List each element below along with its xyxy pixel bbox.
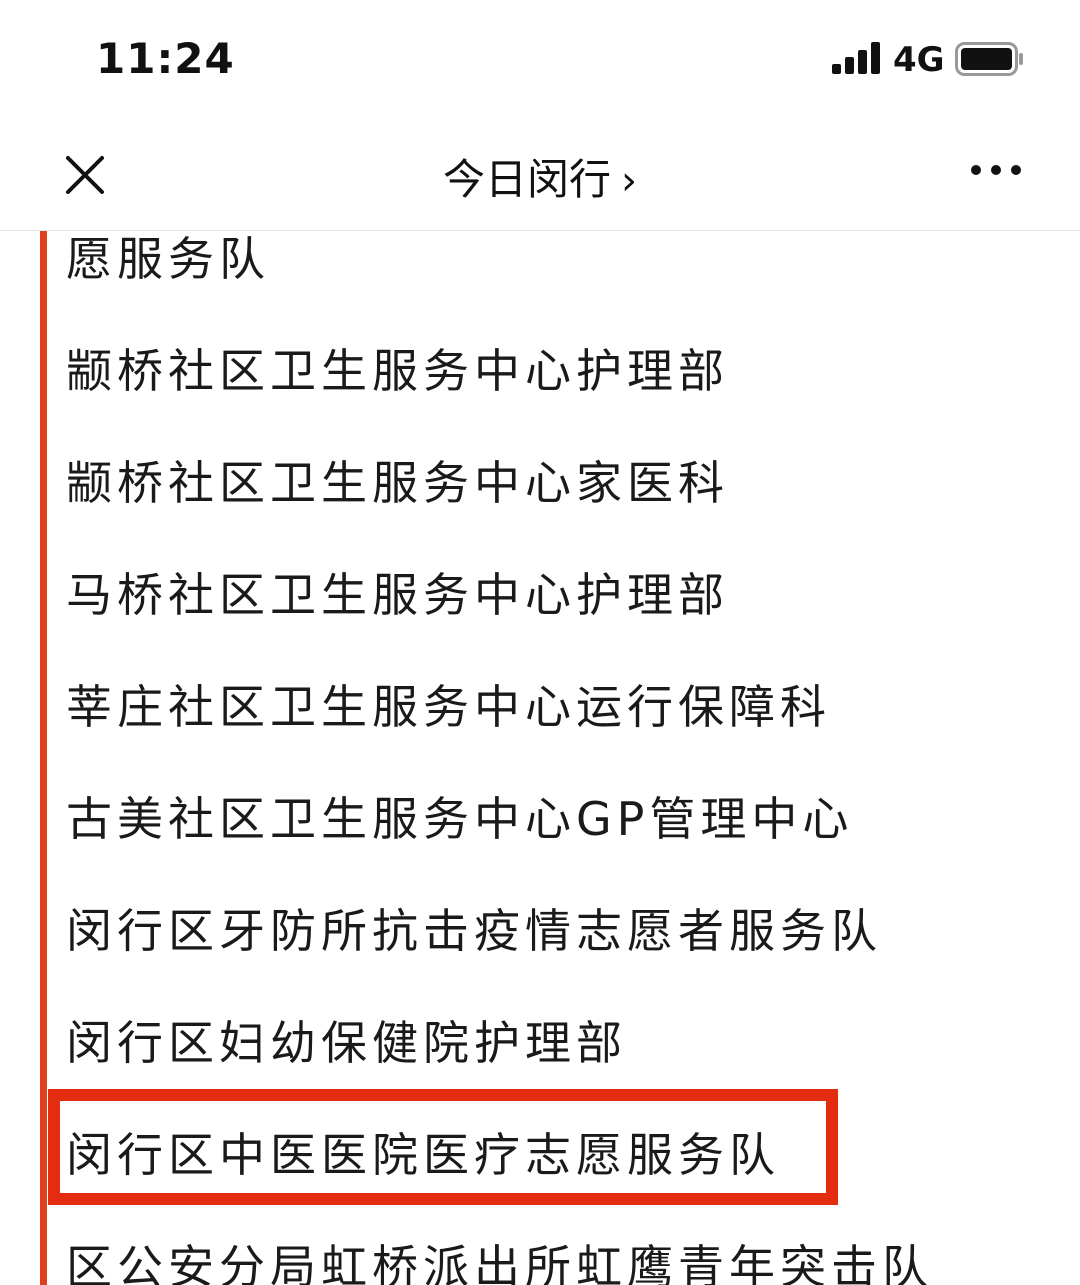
page-title-text: 今日闵行 <box>442 155 611 204</box>
signal-bars-icon <box>832 42 880 74</box>
list-item: 区公安分局虹桥派出所虹鹰青年突击队 <box>66 1240 933 1285</box>
list-item: 愿服务队 <box>66 232 270 286</box>
list-item: 颛桥社区卫生服务中心家医科 <box>66 456 729 510</box>
chevron-right-icon: › <box>621 158 637 204</box>
status-time: 11:24 <box>96 34 235 83</box>
battery-icon <box>955 42 1023 76</box>
list-item: 颛桥社区卫生服务中心护理部 <box>66 344 729 398</box>
status-bar: 11:24 4G <box>0 0 1080 120</box>
list-item: 莘庄社区卫生服务中心运行保障科 <box>66 680 831 734</box>
list-item: 古美社区卫生服务中心GP管理中心 <box>66 792 854 846</box>
more-dots-icon[interactable] <box>970 158 1022 182</box>
list-item: 闵行区中医医院医疗志愿服务队 <box>66 1128 780 1182</box>
unit-list: 愿服务队 颛桥社区卫生服务中心护理部 颛桥社区卫生服务中心家医科 马桥社区卫生服… <box>66 231 933 1285</box>
list-item: 马桥社区卫生服务中心护理部 <box>66 568 729 622</box>
list-item: 闵行区妇幼保健院护理部 <box>66 1016 627 1070</box>
page-title[interactable]: 今日闵行 › <box>0 146 1080 207</box>
timeline-line <box>40 231 47 1285</box>
nav-bar: 今日闵行 › <box>0 120 1080 231</box>
network-label: 4G <box>893 40 945 80</box>
article-content: 愿服务队 颛桥社区卫生服务中心护理部 颛桥社区卫生服务中心家医科 马桥社区卫生服… <box>0 231 1080 1285</box>
list-item: 闵行区牙防所抗击疫情志愿者服务队 <box>66 904 882 958</box>
